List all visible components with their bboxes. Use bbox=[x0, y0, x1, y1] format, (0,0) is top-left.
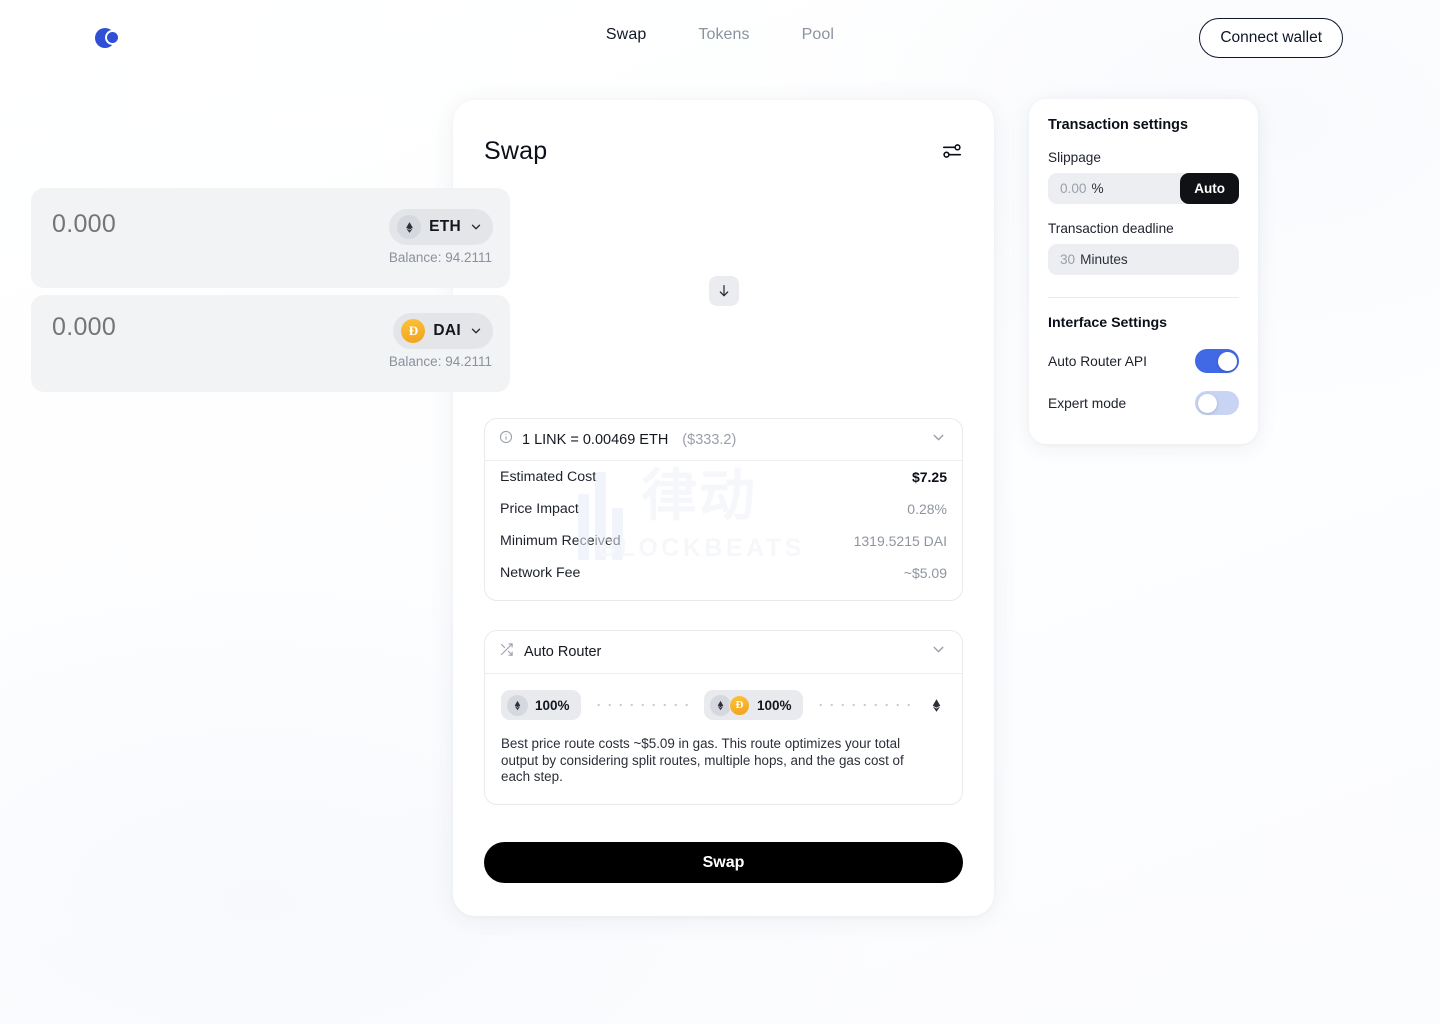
route-visualization: 100% Ð 100% bbox=[485, 674, 962, 736]
rate-text: 1 LINK = 0.00469 ETH bbox=[522, 431, 669, 448]
slippage-label: Slippage bbox=[1048, 150, 1101, 165]
deadline-placeholder: 30 bbox=[1060, 252, 1076, 267]
transaction-settings-panel: Transaction settings Slippage 0.00 % Aut… bbox=[1029, 99, 1258, 444]
swap-to-row: Ð DAI Balance: 94.2111 bbox=[31, 295, 510, 392]
settings-tune-icon[interactable] bbox=[941, 140, 963, 162]
swap-direction-button[interactable] bbox=[706, 273, 742, 309]
route-hop-1: 100% bbox=[501, 690, 581, 720]
to-amount-input[interactable] bbox=[52, 313, 352, 342]
interface-settings-title: Interface Settings bbox=[1048, 315, 1168, 331]
auto-router-api-toggle[interactable] bbox=[1195, 349, 1239, 373]
top-navigation-bar: Swap Tokens Pool Connect wallet bbox=[0, 0, 1440, 76]
to-token-selector[interactable]: Ð DAI bbox=[393, 313, 493, 349]
swap-from-row: ETH Balance: 94.2111 bbox=[31, 188, 510, 288]
toggle-knob bbox=[1197, 393, 1217, 413]
nav-item-swap[interactable]: Swap bbox=[602, 24, 650, 46]
detail-label: Estimated Cost bbox=[500, 469, 597, 485]
deadline-label: Transaction deadline bbox=[1048, 221, 1174, 236]
info-circle-icon bbox=[499, 430, 513, 449]
detail-row-network-fee: Network Fee ~$5.09 bbox=[485, 557, 962, 589]
rate-summary-row[interactable]: 1 LINK = 0.00469 ETH ($333.2) bbox=[485, 419, 962, 461]
swap-card-header: Swap bbox=[484, 130, 963, 172]
detail-row-estimated-cost: Estimated Cost $7.25 bbox=[485, 461, 962, 493]
auto-router-title: Auto Router bbox=[524, 644, 602, 660]
slippage-placeholder: 0.00 bbox=[1060, 181, 1087, 196]
detail-value: $7.25 bbox=[911, 469, 947, 485]
detail-value: ~$5.09 bbox=[903, 565, 947, 581]
swap-title: Swap bbox=[484, 136, 548, 165]
chevron-down-icon[interactable] bbox=[930, 429, 947, 451]
deadline-unit: Minutes bbox=[1080, 252, 1128, 267]
submit-swap-button[interactable]: Swap bbox=[484, 842, 963, 883]
setting-label: Expert mode bbox=[1048, 395, 1127, 411]
dai-icon: Ð bbox=[729, 694, 750, 716]
ethereum-icon bbox=[926, 695, 946, 715]
ethereum-icon bbox=[507, 694, 528, 716]
toggle-knob bbox=[1217, 351, 1237, 371]
to-token-symbol: DAI bbox=[433, 322, 461, 339]
expert-mode-toggle[interactable] bbox=[1195, 391, 1239, 415]
auto-router-note: Best price route costs ~$5.09 in gas. Th… bbox=[501, 736, 904, 784]
route-hop-2: Ð 100% bbox=[704, 690, 803, 720]
settings-panel-title: Transaction settings bbox=[1048, 117, 1188, 133]
setting-label: Auto Router API bbox=[1048, 353, 1147, 369]
detail-label: Price Impact bbox=[500, 501, 579, 517]
connect-wallet-button[interactable]: Connect wallet bbox=[1199, 18, 1343, 58]
arrow-down-icon bbox=[719, 285, 729, 297]
slippage-unit: % bbox=[1091, 181, 1104, 196]
ethereum-icon bbox=[710, 694, 731, 716]
slippage-auto-button[interactable]: Auto bbox=[1180, 173, 1239, 204]
route-connector-dots bbox=[594, 704, 690, 706]
from-balance-label: Balance: 94.2111 bbox=[388, 250, 492, 265]
from-token-symbol: ETH bbox=[429, 218, 461, 235]
setting-expert-mode: Expert mode bbox=[1048, 391, 1239, 415]
ethereum-icon bbox=[397, 215, 422, 239]
to-balance-label: Balance: 94.2111 bbox=[388, 354, 492, 369]
nav-item-pool[interactable]: Pool bbox=[798, 24, 838, 46]
dai-icon: Ð bbox=[401, 319, 426, 343]
details-spacer bbox=[485, 589, 962, 600]
shuffle-icon bbox=[499, 642, 514, 662]
chevron-down-icon[interactable] bbox=[930, 641, 947, 663]
setting-auto-router-api: Auto Router API bbox=[1048, 349, 1239, 373]
auto-router-header[interactable]: Auto Router bbox=[485, 631, 962, 674]
detail-row-price-impact: Price Impact 0.28% bbox=[485, 493, 962, 525]
swap-details-panel: 1 LINK = 0.00469 ETH ($333.2) Estimated … bbox=[484, 418, 963, 601]
detail-label: Network Fee bbox=[500, 565, 581, 581]
nav-item-tokens[interactable]: Tokens bbox=[694, 24, 753, 46]
detail-value: 1319.5215 DAI bbox=[853, 533, 947, 549]
route-hop-percent: 100% bbox=[535, 697, 570, 713]
detail-value: 0.28% bbox=[907, 501, 947, 517]
deadline-field[interactable]: 30 Minutes bbox=[1048, 244, 1239, 275]
from-token-selector[interactable]: ETH bbox=[389, 209, 493, 245]
detail-row-minimum-received: Minimum Received 1319.5215 DAI bbox=[485, 525, 962, 557]
auto-router-panel: Auto Router 100% Ð 100% Best price route… bbox=[484, 630, 963, 805]
detail-label: Minimum Received bbox=[500, 533, 621, 549]
route-connector-dots bbox=[816, 704, 912, 706]
route-hop-percent: 100% bbox=[757, 697, 792, 713]
chevron-down-icon bbox=[469, 220, 483, 234]
from-amount-input[interactable] bbox=[52, 210, 352, 239]
rate-usd-value: ($333.2) bbox=[682, 431, 737, 448]
chevron-down-icon bbox=[469, 324, 483, 338]
slippage-field[interactable]: 0.00 % Auto bbox=[1048, 173, 1239, 204]
settings-divider bbox=[1048, 297, 1239, 298]
